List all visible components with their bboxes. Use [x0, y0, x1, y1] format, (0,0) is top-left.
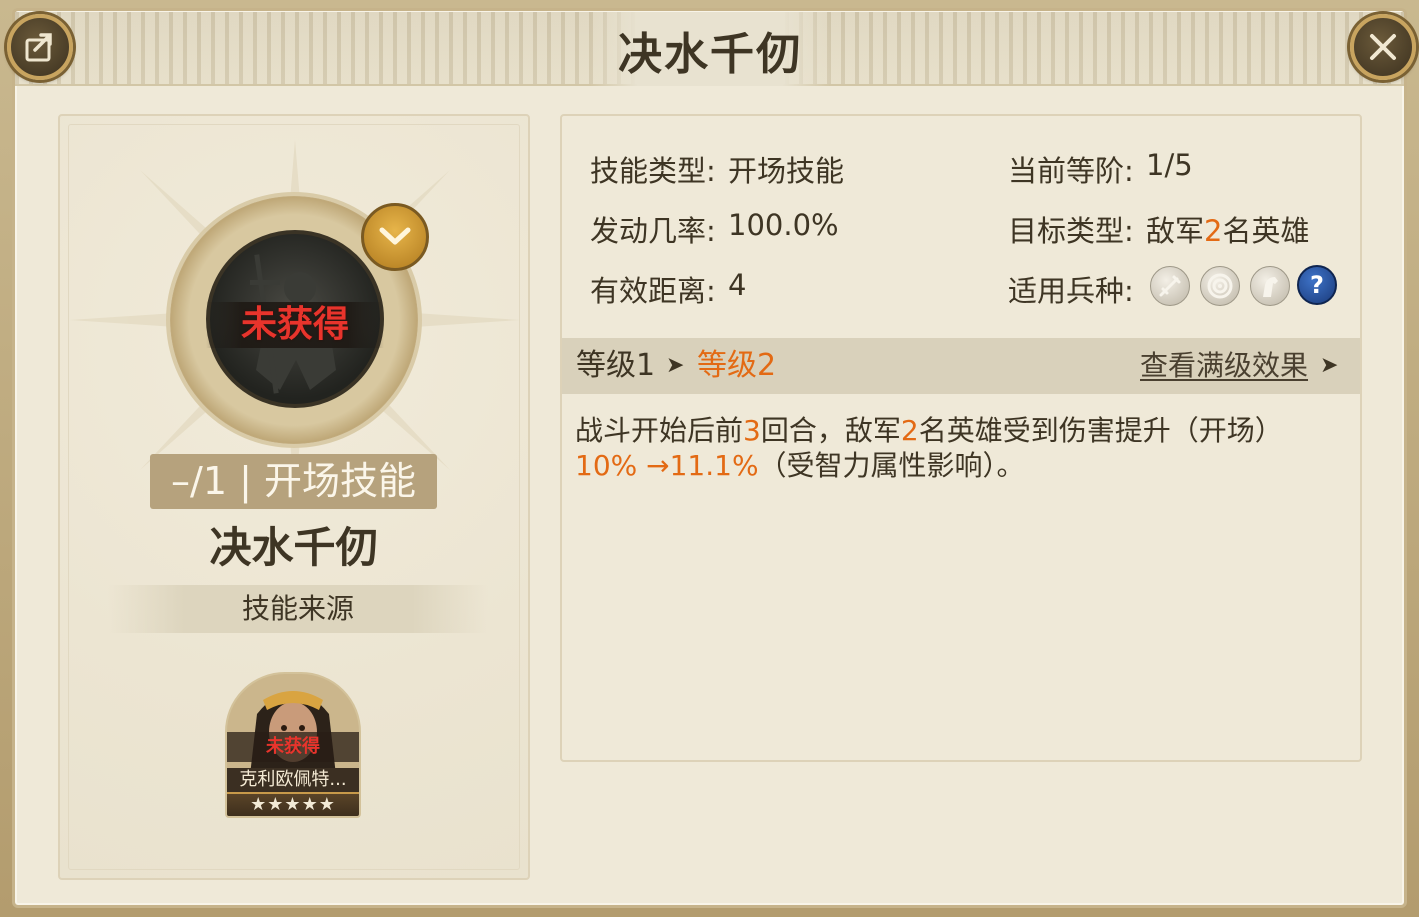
desc-part-2: 回合，敌军 [760, 414, 901, 447]
skill-description: 战斗开始后前3回合，敌军2名英雄受到伤害提升（开场） 10% →11.1%（受智力… [575, 413, 1345, 483]
desc-damage-value: 10% →11.1% [575, 449, 759, 482]
hero-card[interactable]: 未获得 克利欧佩特... ★★★★★ [225, 672, 361, 818]
view-max-level-link[interactable]: 查看满级效果 [1140, 338, 1308, 394]
desc-part-3: 名英雄受到伤害提升（开场） [918, 414, 1283, 447]
skill-name: 决水千仞 [209, 523, 378, 572]
expand-button[interactable] [361, 203, 429, 271]
level-arrow-icon: ➤ [666, 353, 685, 378]
current-rank-value: 1/5 [1146, 148, 1193, 182]
desc-part-4: （受智力属性影响）。 [758, 449, 1025, 482]
question-glyph: ? [1310, 271, 1324, 299]
desc-hero-count: 2 [900, 414, 919, 447]
trigger-rate-label: 发动几率: [590, 214, 716, 248]
troop-type-label: 适用兵种: [1008, 274, 1134, 308]
skill-type-label: 技能类型: [590, 154, 716, 188]
range-value: 4 [728, 268, 747, 302]
question-icon[interactable]: ? [1297, 265, 1337, 305]
level-from: 等级1 [576, 348, 656, 383]
target-type-suffix: 名英雄 [1222, 214, 1310, 248]
desc-rounds: 3 [743, 414, 761, 447]
target-type-label: 目标类型: [1008, 214, 1134, 248]
skill-unobtained-label: 未获得 [240, 304, 349, 345]
desc-part-1: 战斗开始后前 [575, 414, 744, 447]
chevron-down-icon [379, 227, 411, 245]
target-icon[interactable] [1200, 266, 1240, 306]
current-rank-label: 当前等阶: [1008, 154, 1134, 188]
target-type-value: 敌军2名英雄 [1146, 208, 1309, 250]
skill-type-value: 开场技能 [728, 154, 845, 188]
trigger-rate-value: 100.0% [728, 208, 839, 242]
target-type-prefix: 敌军 [1146, 214, 1205, 248]
close-button[interactable] [1350, 14, 1416, 80]
hero-star-rating: ★★★★★ [227, 792, 359, 816]
target-type-count: 2 [1204, 214, 1223, 248]
chevron-right-icon[interactable]: ➤ [1320, 338, 1338, 394]
sword-icon[interactable] [1150, 266, 1190, 306]
level-to: 等级2 [697, 348, 777, 383]
horse-icon[interactable] [1250, 266, 1290, 306]
share-button[interactable] [7, 14, 73, 80]
range-label: 有效距离: [590, 274, 716, 308]
page-title: 决水千仞 [618, 29, 802, 80]
hero-name: 克利欧佩特... [227, 768, 359, 792]
skill-source-label: 技能来源 [108, 585, 488, 633]
hero-unobtained-label: 未获得 [227, 732, 359, 762]
close-icon [1370, 34, 1396, 60]
share-icon [25, 33, 52, 62]
skill-level-tag: –/1 | 开场技能 [150, 454, 437, 509]
